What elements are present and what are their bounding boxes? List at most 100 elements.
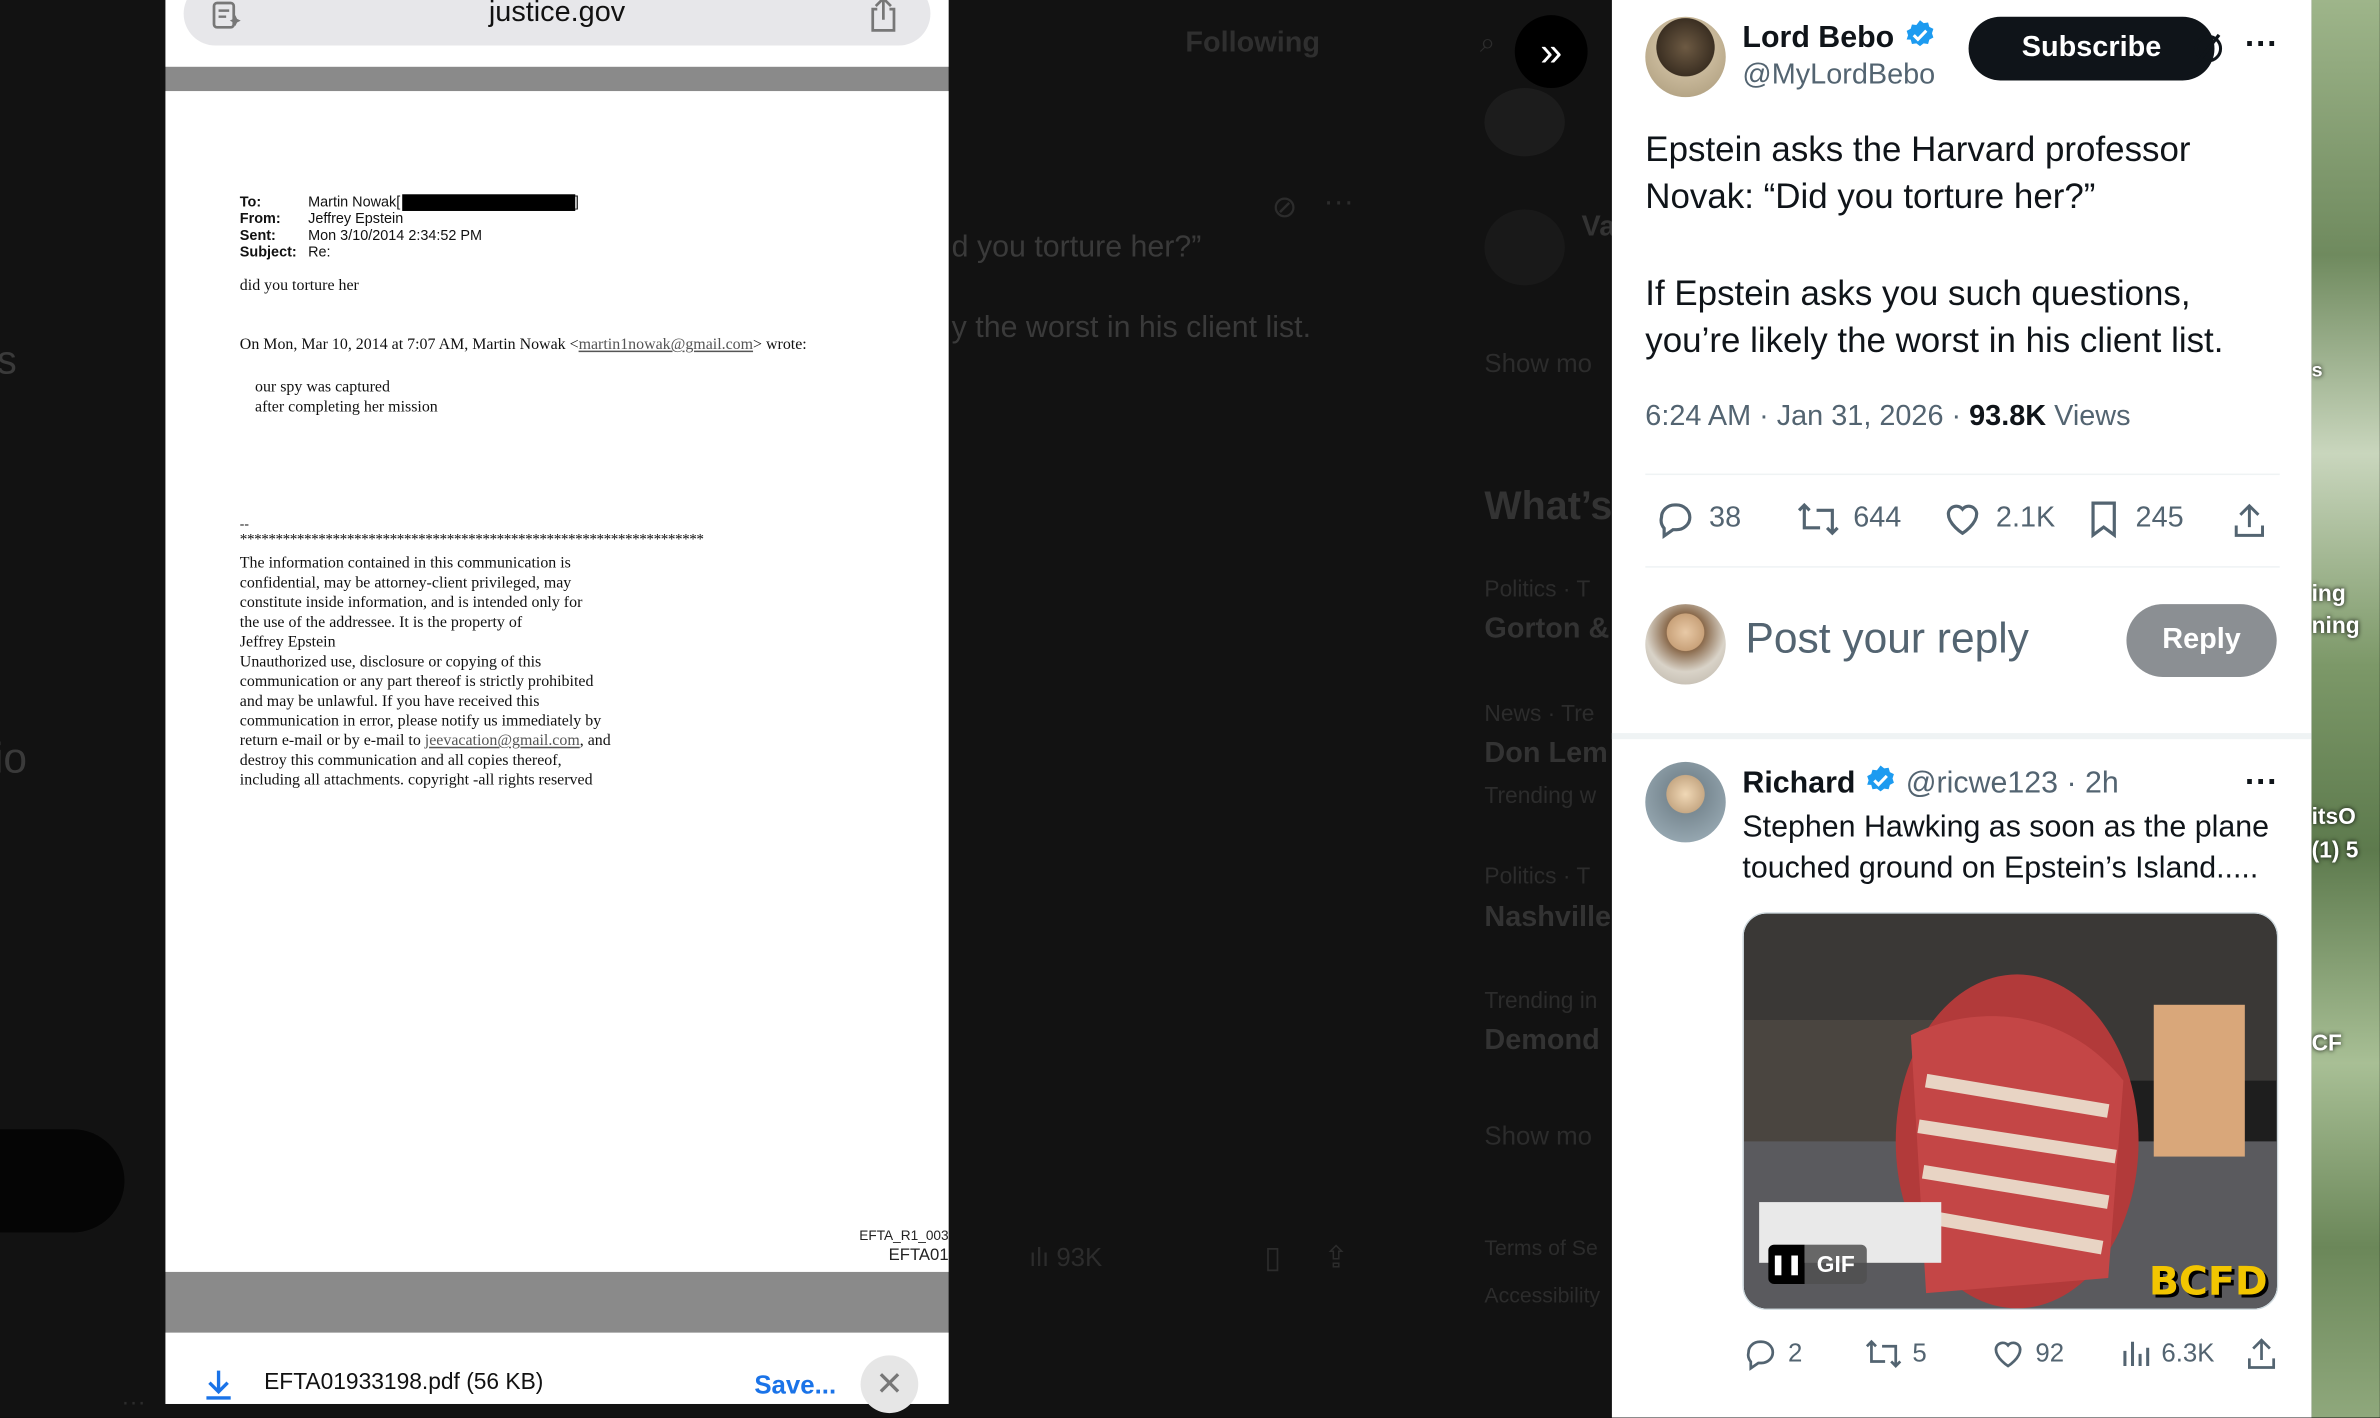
reply-action[interactable]: 38 (1654, 498, 1741, 540)
bg-left-fragment: s (0, 337, 17, 384)
bates-number: EFTA01 (888, 1246, 949, 1265)
reply-input[interactable]: Post your reply (1745, 615, 2028, 664)
disclaimer-email-link[interactable]: jeevacation@gmail.com (425, 733, 580, 750)
bg-trend-title: Gorton & (1484, 613, 1610, 646)
reply-gif[interactable]: ❚❚ GIF BCFD (1742, 912, 2279, 1310)
bg-show-more: Show mo (1484, 349, 1592, 378)
header-to: To: Martin Nowak[] (240, 194, 579, 211)
bg-trend-sub: Trending w (1484, 783, 1597, 809)
reply-share-icon[interactable] (2243, 1336, 2279, 1380)
tweet-text-line: Novak: “Did you torture her?” (1645, 176, 2096, 216)
reply-handle-time[interactable]: @ricwe123 · 2h (1906, 766, 2119, 799)
verified-badge-icon (1864, 763, 1897, 805)
quote-intro-text: On Mon, Mar 10, 2014 at 7:07 AM, Martin … (239, 336, 579, 354)
bg-trend-title: Don Lem (1484, 737, 1608, 770)
background-photo-strip: s ing ning itsO (1) 5 CF (2311, 0, 2380, 1418)
header-value: Martin Nowak[ (308, 194, 401, 211)
bg-tab-following: Following (1185, 27, 1320, 60)
quoted-message: our spy was captured after completing he… (255, 378, 438, 417)
pdf-viewer: justice.gov To: Martin Nowak[] From: Jeffr… (165, 0, 949, 1414)
bg-grok-icon: ⊘ (1271, 191, 1298, 225)
bg-trend-meta: Politics · T (1484, 576, 1591, 603)
repost-action[interactable]: 644 (1796, 498, 1901, 540)
author-name[interactable]: Lord Bebo (1742, 21, 1894, 54)
current-user-avatar (1645, 604, 1726, 685)
divider (1645, 473, 2280, 476)
url-text[interactable]: justice.gov (184, 0, 931, 30)
views-count: 6.3K (2161, 1338, 2215, 1368)
close-download-button[interactable]: ✕ (860, 1355, 919, 1414)
disclaimer-line: return e-mail or by e-mail to jeevacatio… (240, 732, 611, 752)
bg-more-icon: ··· (121, 1390, 146, 1417)
header-value: Mon 3/10/2014 2:34:52 PM (308, 227, 483, 245)
gif-badge[interactable]: ❚❚ GIF (1768, 1244, 1867, 1285)
signature-stars: ****************************************… (239, 531, 704, 548)
bg-left-fragment: io (0, 734, 28, 782)
side-fragment: ing (2311, 581, 2346, 608)
tweet-text-line: If Epstein asks you such questions, (1645, 273, 2191, 313)
bg-trend-meta: Trending in (1484, 988, 1598, 1014)
heart-icon (1994, 1341, 2022, 1368)
author-handle[interactable]: @MyLordBebo (1742, 59, 1935, 92)
reply-more-icon[interactable]: ··· (2245, 762, 2278, 801)
reply-text-line: touched ground on Epstein’s Island..... (1742, 851, 2259, 885)
repost-icon (1797, 502, 1839, 536)
bookmark-action[interactable]: 245 (2084, 498, 2184, 540)
download-icon[interactable] (203, 1368, 233, 1409)
tweet-text: Epstein asks the Harvard professor Novak… (1645, 126, 2223, 364)
bg-trend-meta: News · Tre (1484, 701, 1595, 728)
quote-intro: On Mon, Mar 10, 2014 at 7:07 AM, Martin … (240, 337, 807, 354)
disclaimer-line: Jeffrey Epstein (239, 634, 336, 652)
grok-icon[interactable] (2190, 30, 2226, 74)
email-headers: To: Martin Nowak[] From: Jeffrey Epstein S… (240, 194, 579, 261)
heart-icon (1946, 504, 1979, 536)
disclaimer-line: constitute inside information, and is in… (239, 594, 583, 612)
reply-author-name[interactable]: Richard (1742, 766, 1855, 799)
like-count: 92 (2035, 1338, 2065, 1368)
pause-icon[interactable]: ❚❚ (1768, 1244, 1805, 1285)
subscribe-button[interactable]: Subscribe (1968, 16, 2215, 81)
like-action[interactable]: 2.1K (1941, 498, 2055, 540)
header-subject: Subject: Re: (240, 244, 579, 261)
save-button[interactable]: Save... (754, 1371, 836, 1401)
gif-watermark: BCFD (2148, 1259, 2268, 1306)
author-avatar[interactable] (1645, 16, 1726, 98)
reply-reply-action[interactable]: 2 (1742, 1336, 1802, 1372)
reply-like-action[interactable]: 92 (1990, 1336, 2064, 1372)
reply-count: 2 (1787, 1338, 1803, 1368)
more-icon[interactable]: ··· (2245, 24, 2278, 63)
bg-tweet-fragment: y the worst in his client list. (951, 311, 1311, 345)
reply-repost-action[interactable]: 5 (1864, 1336, 1927, 1372)
disclaimer-line: including all attachments. copyright -al… (239, 772, 593, 790)
disclaimer: The information contained in this commun… (240, 554, 611, 791)
tweet-timestamp[interactable]: 6:24 AM · Jan 31, 2026 · (1645, 401, 1969, 433)
reply-author-row: Richard @ricwe123 · 2h (1742, 763, 2119, 805)
quote-email-link[interactable]: martin1nowak@gmail.com (579, 337, 753, 354)
disclaimer-line: The information contained in this commun… (239, 555, 571, 573)
url-pill[interactable]: justice.gov (183, 0, 931, 46)
author-name-row[interactable]: Lord Bebo (1742, 18, 1936, 60)
collapse-panel-button[interactable]: » (1514, 15, 1588, 89)
bg-avatar (1484, 88, 1565, 157)
share-icon[interactable] (865, 0, 901, 42)
bg-views-count: 93K (1056, 1243, 1103, 1272)
quote-intro-end: > wrote: (753, 336, 807, 354)
share-icon[interactable] (2230, 499, 2269, 549)
bates-number: EFTA_R1_003 (859, 1227, 949, 1244)
bg-who-name: Va (1581, 210, 1616, 243)
reply-author-avatar[interactable] (1645, 761, 1726, 843)
reply-views-action[interactable]: 6.3K (2119, 1336, 2215, 1372)
disclaimer-text: return e-mail or by e-mail to (239, 733, 425, 750)
bg-button (0, 1129, 125, 1233)
side-fragment: ning (2311, 613, 2360, 639)
like-count: 2.1K (1995, 502, 2056, 535)
download-bar: EFTA01933198.pdf (56 KB) Save... ✕ (165, 1332, 949, 1414)
header-from: From: Jeffrey Epstein (240, 211, 579, 228)
redaction-box (401, 194, 575, 211)
disclaimer-line: the use of the addressee. It is the prop… (239, 614, 523, 632)
header-sent: Sent: Mon 3/10/2014 2:34:52 PM (240, 228, 579, 245)
download-filename[interactable]: EFTA01933198.pdf (56 KB) (264, 1369, 543, 1395)
reply-button[interactable]: Reply (2126, 604, 2277, 677)
side-fragment: CF (2311, 1030, 2342, 1057)
views-label: Views (2046, 400, 2131, 433)
